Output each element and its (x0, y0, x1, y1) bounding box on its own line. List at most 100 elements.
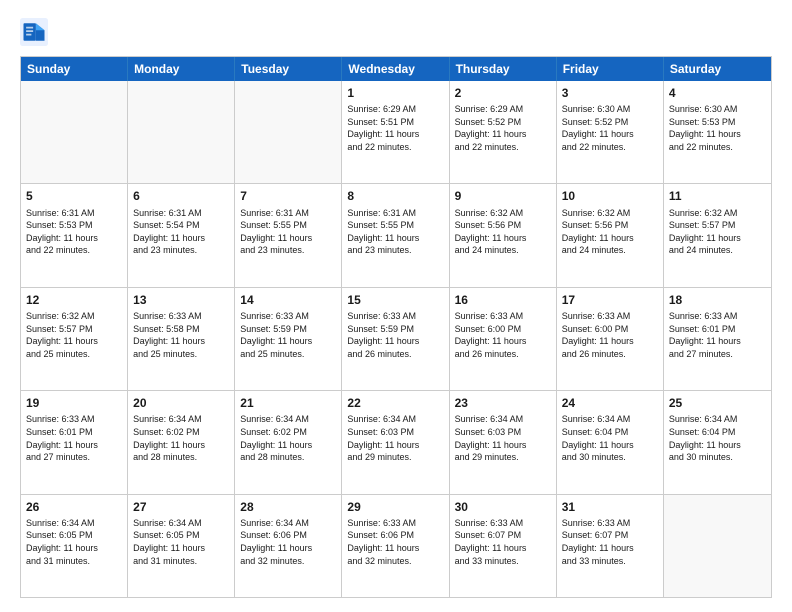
day-number: 30 (455, 499, 551, 515)
cal-cell: 23 Sunrise: 6:34 AMSunset: 6:03 PMDayligh… (450, 391, 557, 493)
day-number: 11 (669, 188, 766, 204)
day-number: 21 (240, 395, 336, 411)
day-info: Sunrise: 6:32 AMSunset: 5:57 PMDaylight:… (669, 207, 766, 257)
cal-week-3: 12 Sunrise: 6:32 AMSunset: 5:57 PMDayligh… (21, 288, 771, 391)
cal-cell: 14 Sunrise: 6:33 AMSunset: 5:59 PMDayligh… (235, 288, 342, 390)
cal-cell: 13 Sunrise: 6:33 AMSunset: 5:58 PMDayligh… (128, 288, 235, 390)
day-info: Sunrise: 6:33 AMSunset: 5:59 PMDaylight:… (240, 310, 336, 360)
day-info: Sunrise: 6:34 AMSunset: 6:03 PMDaylight:… (455, 413, 551, 463)
cal-week-1: 1Sunrise: 6:29 AMSunset: 5:51 PMDaylight… (21, 81, 771, 184)
day-info: Sunrise: 6:31 AMSunset: 5:53 PMDaylight:… (26, 207, 122, 257)
day-number: 7 (240, 188, 336, 204)
cal-cell: 10Sunrise: 6:32 AMSunset: 5:56 PMDayligh… (557, 184, 664, 286)
cal-cell (21, 81, 128, 183)
cal-cell: 11 Sunrise: 6:32 AMSunset: 5:57 PMDayligh… (664, 184, 771, 286)
day-info: Sunrise: 6:34 AMSunset: 6:02 PMDaylight:… (240, 413, 336, 463)
day-number: 19 (26, 395, 122, 411)
logo-icon (20, 18, 48, 46)
day-number: 16 (455, 292, 551, 308)
day-info: Sunrise: 6:33 AMSunset: 6:07 PMDaylight:… (562, 517, 658, 567)
logo (20, 18, 54, 46)
cal-header-thursday: Thursday (450, 57, 557, 81)
cal-cell: 8 Sunrise: 6:31 AMSunset: 5:55 PMDaylight… (342, 184, 449, 286)
day-number: 8 (347, 188, 443, 204)
day-number: 14 (240, 292, 336, 308)
day-number: 22 (347, 395, 443, 411)
header (20, 18, 772, 46)
day-number: 27 (133, 499, 229, 515)
cal-cell: 15Sunrise: 6:33 AMSunset: 5:59 PMDayligh… (342, 288, 449, 390)
day-info: Sunrise: 6:31 AMSunset: 5:55 PMDaylight:… (240, 207, 336, 257)
day-number: 4 (669, 85, 766, 101)
cal-cell: 22 Sunrise: 6:34 AMSunset: 6:03 PMDayligh… (342, 391, 449, 493)
day-number: 18 (669, 292, 766, 308)
cal-cell: 6 Sunrise: 6:31 AMSunset: 5:54 PMDaylight… (128, 184, 235, 286)
cal-week-2: 5 Sunrise: 6:31 AMSunset: 5:53 PMDaylight… (21, 184, 771, 287)
day-info: Sunrise: 6:33 AMSunset: 6:06 PMDaylight:… (347, 517, 443, 567)
day-number: 20 (133, 395, 229, 411)
cal-cell: 30 Sunrise: 6:33 AMSunset: 6:07 PMDayligh… (450, 495, 557, 597)
cal-week-5: 26 Sunrise: 6:34 AMSunset: 6:05 PMDayligh… (21, 495, 771, 597)
day-number: 12 (26, 292, 122, 308)
day-number: 9 (455, 188, 551, 204)
day-info: Sunrise: 6:29 AMSunset: 5:52 PMDaylight:… (455, 103, 551, 153)
day-info: Sunrise: 6:30 AMSunset: 5:53 PMDaylight:… (669, 103, 766, 153)
day-info: Sunrise: 6:34 AMSunset: 6:02 PMDaylight:… (133, 413, 229, 463)
day-info: Sunrise: 6:34 AMSunset: 6:05 PMDaylight:… (133, 517, 229, 567)
day-info: Sunrise: 6:34 AMSunset: 6:06 PMDaylight:… (240, 517, 336, 567)
cal-cell: 7 Sunrise: 6:31 AMSunset: 5:55 PMDaylight… (235, 184, 342, 286)
cal-cell: 12 Sunrise: 6:32 AMSunset: 5:57 PMDayligh… (21, 288, 128, 390)
cal-header-wednesday: Wednesday (342, 57, 449, 81)
cal-cell (235, 81, 342, 183)
day-info: Sunrise: 6:33 AMSunset: 6:01 PMDaylight:… (26, 413, 122, 463)
day-info: Sunrise: 6:31 AMSunset: 5:54 PMDaylight:… (133, 207, 229, 257)
cal-cell: 2 Sunrise: 6:29 AMSunset: 5:52 PMDaylight… (450, 81, 557, 183)
cal-cell: 20 Sunrise: 6:34 AMSunset: 6:02 PMDayligh… (128, 391, 235, 493)
day-number: 23 (455, 395, 551, 411)
day-info: Sunrise: 6:34 AMSunset: 6:03 PMDaylight:… (347, 413, 443, 463)
day-number: 5 (26, 188, 122, 204)
cal-cell (664, 495, 771, 597)
day-info: Sunrise: 6:33 AMSunset: 5:58 PMDaylight:… (133, 310, 229, 360)
cal-cell: 17Sunrise: 6:33 AMSunset: 6:00 PMDayligh… (557, 288, 664, 390)
day-number: 28 (240, 499, 336, 515)
day-info: Sunrise: 6:30 AMSunset: 5:52 PMDaylight:… (562, 103, 658, 153)
day-number: 24 (562, 395, 658, 411)
cal-header-tuesday: Tuesday (235, 57, 342, 81)
cal-cell: 28 Sunrise: 6:34 AMSunset: 6:06 PMDayligh… (235, 495, 342, 597)
cal-cell: 4 Sunrise: 6:30 AMSunset: 5:53 PMDaylight… (664, 81, 771, 183)
day-info: Sunrise: 6:34 AMSunset: 6:04 PMDaylight:… (562, 413, 658, 463)
day-info: Sunrise: 6:33 AMSunset: 6:07 PMDaylight:… (455, 517, 551, 567)
cal-cell: 16 Sunrise: 6:33 AMSunset: 6:00 PMDayligh… (450, 288, 557, 390)
cal-cell: 1Sunrise: 6:29 AMSunset: 5:51 PMDaylight… (342, 81, 449, 183)
cal-cell: 27 Sunrise: 6:34 AMSunset: 6:05 PMDayligh… (128, 495, 235, 597)
cal-cell: 31Sunrise: 6:33 AMSunset: 6:07 PMDayligh… (557, 495, 664, 597)
day-number: 13 (133, 292, 229, 308)
cal-cell: 19 Sunrise: 6:33 AMSunset: 6:01 PMDayligh… (21, 391, 128, 493)
calendar: SundayMondayTuesdayWednesdayThursdayFrid… (20, 56, 772, 598)
day-info: Sunrise: 6:33 AMSunset: 6:01 PMDaylight:… (669, 310, 766, 360)
cal-cell: 26Sunrise: 6:34 AMSunset: 6:05 PMDayligh… (21, 495, 128, 597)
cal-header-sunday: Sunday (21, 57, 128, 81)
cal-header-friday: Friday (557, 57, 664, 81)
cal-cell: 25 Sunrise: 6:34 AMSunset: 6:04 PMDayligh… (664, 391, 771, 493)
day-number: 6 (133, 188, 229, 204)
cal-cell (128, 81, 235, 183)
cal-cell: 18 Sunrise: 6:33 AMSunset: 6:01 PMDayligh… (664, 288, 771, 390)
calendar-body: 1Sunrise: 6:29 AMSunset: 5:51 PMDaylight… (21, 81, 771, 597)
cal-cell: 24 Sunrise: 6:34 AMSunset: 6:04 PMDayligh… (557, 391, 664, 493)
day-info: Sunrise: 6:32 AMSunset: 5:56 PMDaylight:… (562, 207, 658, 257)
day-info: Sunrise: 6:32 AMSunset: 5:56 PMDaylight:… (455, 207, 551, 257)
day-info: Sunrise: 6:32 AMSunset: 5:57 PMDaylight:… (26, 310, 122, 360)
day-number: 3 (562, 85, 658, 101)
day-number: 26 (26, 499, 122, 515)
cal-cell: 29Sunrise: 6:33 AMSunset: 6:06 PMDayligh… (342, 495, 449, 597)
day-info: Sunrise: 6:33 AMSunset: 6:00 PMDaylight:… (562, 310, 658, 360)
cal-header-monday: Monday (128, 57, 235, 81)
day-number: 2 (455, 85, 551, 101)
day-number: 1 (347, 85, 443, 101)
day-info: Sunrise: 6:34 AMSunset: 6:04 PMDaylight:… (669, 413, 766, 463)
day-number: 25 (669, 395, 766, 411)
day-info: Sunrise: 6:31 AMSunset: 5:55 PMDaylight:… (347, 207, 443, 257)
day-info: Sunrise: 6:33 AMSunset: 6:00 PMDaylight:… (455, 310, 551, 360)
